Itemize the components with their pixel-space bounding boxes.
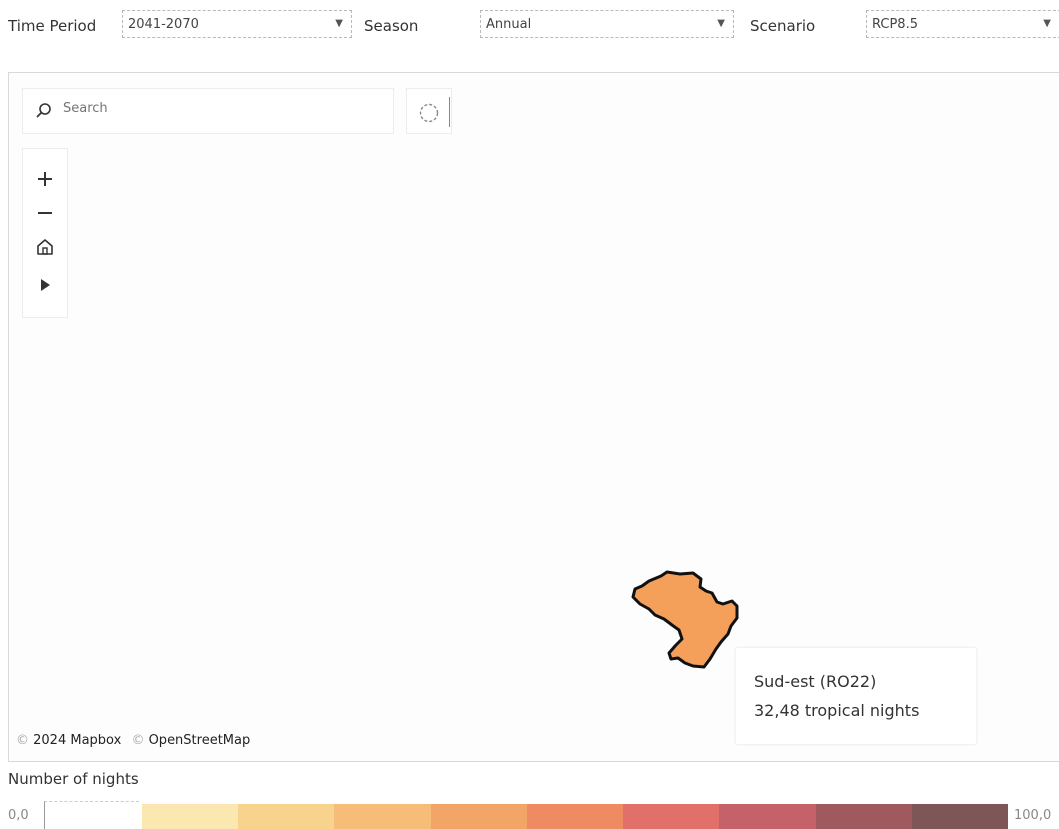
zoom-in-button[interactable] — [23, 163, 67, 195]
color-legend-bar — [142, 804, 1008, 829]
season-label: Season — [364, 17, 419, 35]
legend-swatch — [526, 804, 624, 829]
legend-swatch — [719, 804, 816, 829]
season-value: Annual — [486, 17, 532, 32]
expand-toolbar-button[interactable] — [23, 269, 67, 301]
home-icon — [37, 239, 53, 255]
map-search-box[interactable] — [22, 88, 394, 134]
legend-min-label: 0,0 — [8, 808, 29, 823]
time-period-label: Time Period — [8, 17, 97, 35]
time-period-select[interactable]: 2041-2070 ▼ — [122, 10, 352, 38]
search-input[interactable] — [61, 100, 385, 117]
legend-swatch — [623, 804, 720, 829]
search-icon — [36, 103, 51, 118]
map-controls — [22, 148, 68, 318]
zoom-out-button[interactable] — [23, 197, 67, 229]
copyright-symbol: © — [131, 733, 145, 748]
tooltip-region-name: Sud-est (RO22) — [754, 672, 877, 691]
chevron-down-icon: ▼ — [717, 18, 725, 29]
chevron-down-icon: ▼ — [1043, 18, 1051, 29]
legend-min-marker — [44, 801, 139, 829]
plus-icon — [38, 172, 52, 186]
openstreetmap-link[interactable]: OpenStreetMap — [149, 733, 251, 748]
legend-swatch — [430, 804, 527, 829]
legend-swatch — [815, 804, 912, 829]
lasso-select-icon — [419, 103, 439, 123]
region-tooltip: Sud-est (RO22) 32,48 tropical nights — [736, 648, 976, 744]
tooltip-value: 32,48 tropical nights — [754, 701, 920, 720]
scenario-label: Scenario — [750, 17, 816, 35]
legend-swatch — [142, 804, 239, 829]
home-button[interactable] — [23, 231, 67, 263]
legend-swatch — [238, 804, 335, 829]
divider — [449, 97, 450, 127]
legend-swatch — [911, 804, 1008, 829]
copyright-symbol: © — [16, 733, 29, 748]
mapbox-link[interactable]: 2024 Mapbox — [33, 733, 121, 748]
map-attribution: © 2024 Mapbox © OpenStreetMap — [16, 733, 250, 748]
scenario-value: RCP8.5 — [872, 17, 918, 32]
time-period-value: 2041-2070 — [128, 17, 199, 32]
scenario-select[interactable]: RCP8.5 ▼ — [866, 10, 1059, 38]
legend-max-label: 100,0 — [1014, 808, 1052, 823]
selection-tool-button[interactable] — [406, 88, 452, 134]
legend-title: Number of nights — [8, 770, 139, 788]
season-select[interactable]: Annual ▼ — [480, 10, 734, 38]
region-shape-sud-est[interactable] — [631, 570, 739, 669]
legend-swatch — [334, 804, 431, 829]
chevron-down-icon: ▼ — [335, 18, 343, 29]
play-icon — [41, 279, 50, 291]
minus-icon — [38, 212, 52, 214]
